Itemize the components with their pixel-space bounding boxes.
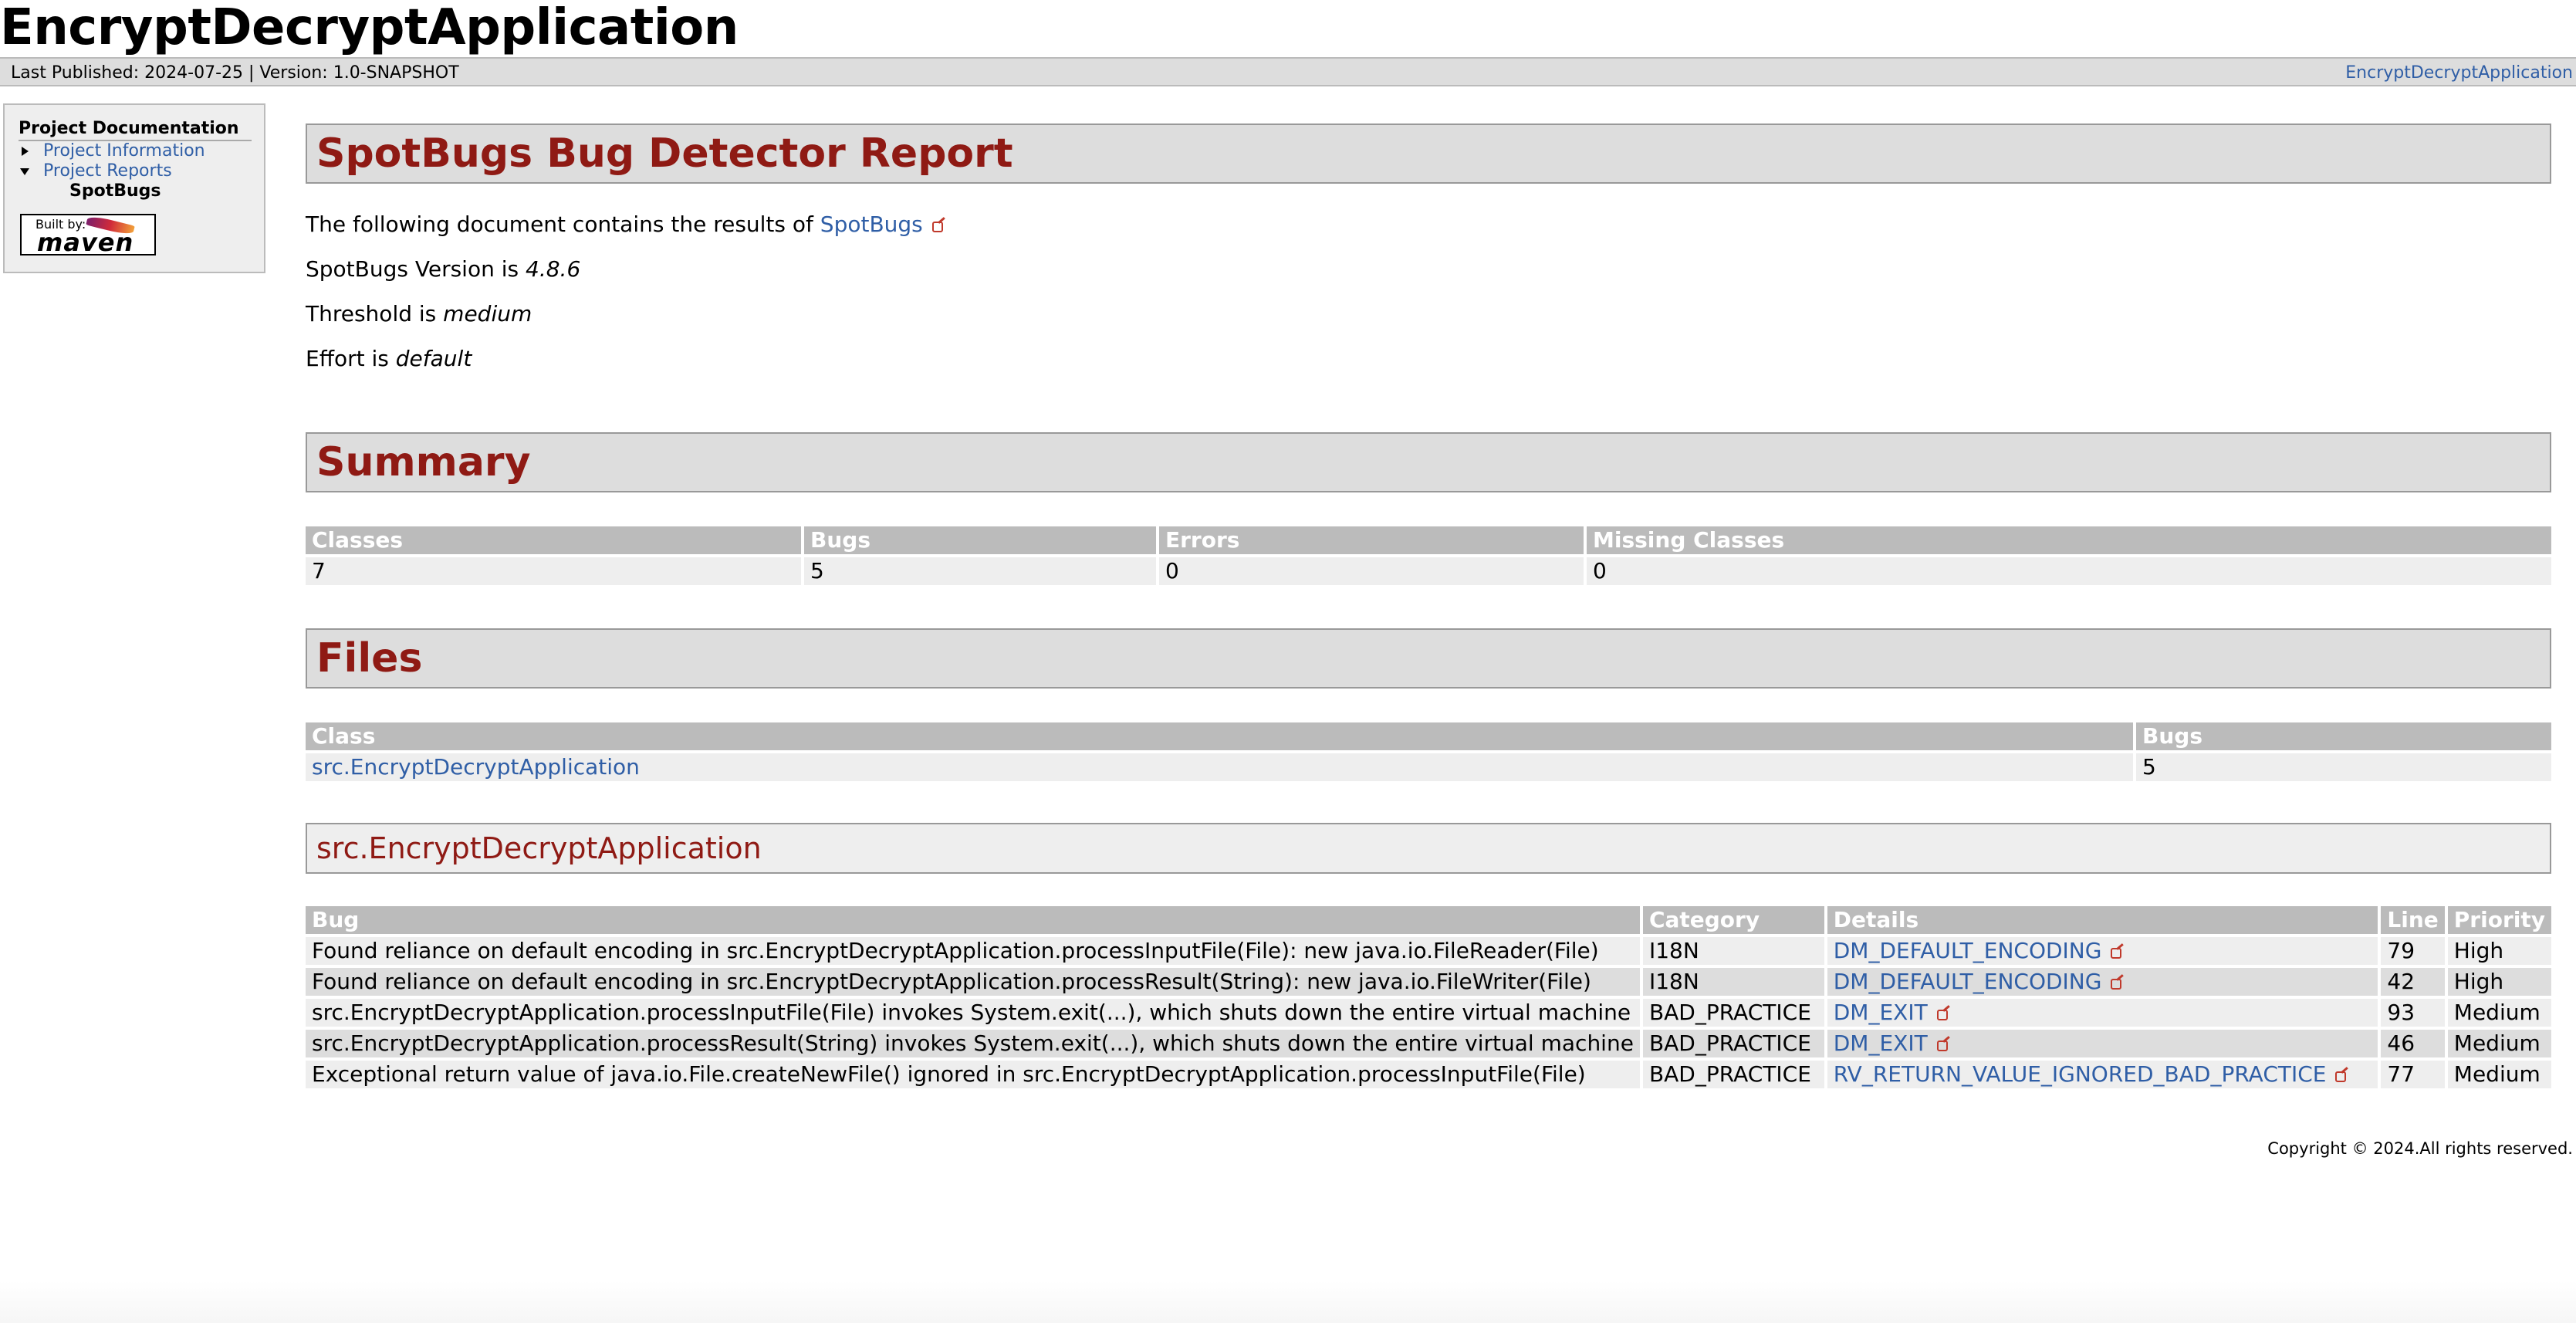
- bug-details-link[interactable]: DM_EXIT: [1834, 1030, 1928, 1056]
- effort-label: Effort is: [306, 346, 396, 371]
- external-link-icon: [2111, 979, 2122, 990]
- summary-table: Classes Bugs Errors Missing Classes 7 5 …: [303, 523, 2554, 588]
- classes-count: 7: [306, 557, 801, 585]
- bug-category: BAD_PRACTICE: [1642, 999, 1824, 1027]
- bug-description: Found reliance on default encoding in sr…: [306, 968, 1640, 996]
- column-header: Bugs: [804, 526, 1156, 554]
- external-link-icon: [2111, 948, 2122, 959]
- sidebar-item-spotbugs: SpotBugs: [69, 181, 161, 201]
- intro-text: The following document contains the resu…: [306, 211, 820, 237]
- bug-category: I18N: [1642, 968, 1824, 996]
- bug-details-link[interactable]: DM_EXIT: [1834, 1000, 1928, 1025]
- column-header: Priority: [2447, 906, 2551, 934]
- column-header: Bug: [306, 906, 1640, 934]
- table-row: Exceptional return value of java.io.File…: [306, 1061, 2551, 1088]
- bug-priority: Medium: [2447, 1061, 2551, 1088]
- bug-category: BAD_PRACTICE: [1642, 1061, 1824, 1088]
- built-by-maven-logo[interactable]: Built by: maven: [20, 214, 156, 257]
- table-row: src.EncryptDecryptApplication.processRes…: [306, 1030, 2551, 1057]
- files-heading: Files: [306, 628, 2551, 689]
- table-row: 7 5 0 0: [306, 557, 2551, 585]
- threshold-paragraph: Threshold is medium: [306, 301, 2551, 327]
- table-row: src.EncryptDecryptApplication.processInp…: [306, 999, 2551, 1027]
- bug-line: 42: [2381, 968, 2445, 996]
- version-label: SpotBugs Version is: [306, 256, 526, 282]
- version-paragraph: SpotBugs Version is 4.8.6: [306, 256, 2551, 283]
- bug-priority: High: [2447, 937, 2551, 965]
- bugs-table: Bug Category Details Line Priority Found…: [303, 903, 2554, 1091]
- sidebar-item-label[interactable]: Project Information: [43, 141, 205, 161]
- bug-details-link[interactable]: DM_DEFAULT_ENCODING: [1834, 969, 2102, 994]
- site-title: EncryptDecryptApplication: [0, 0, 739, 56]
- bug-description: Found reliance on default encoding in sr…: [306, 937, 1640, 965]
- breadcrumb-bar: Last Published: 2024-07-25 | Version: 1.…: [0, 57, 2576, 86]
- bug-line: 46: [2381, 1030, 2445, 1057]
- bug-description: src.EncryptDecryptApplication.processRes…: [306, 1030, 1640, 1057]
- bug-details-cell: DM_EXIT: [1827, 1030, 2378, 1057]
- summary-heading: Summary: [306, 432, 2551, 492]
- table-row: Found reliance on default encoding in sr…: [306, 968, 2551, 996]
- bottom-shadow: [0, 1281, 2576, 1323]
- class-section-heading: src.EncryptDecryptApplication: [306, 823, 2551, 874]
- sidebar-heading: Project Documentation: [19, 119, 252, 141]
- column-header: Class: [306, 722, 2133, 750]
- column-header: Category: [1642, 906, 1824, 934]
- bug-description: src.EncryptDecryptApplication.processInp…: [306, 999, 1640, 1027]
- sidebar-item-project-reports[interactable]: Project Reports: [19, 161, 252, 181]
- bug-line: 79: [2381, 937, 2445, 965]
- version-value: 4.8.6: [526, 256, 581, 282]
- bug-details-cell: DM_EXIT: [1827, 999, 2378, 1027]
- bug-line: 77: [2381, 1061, 2445, 1088]
- maven-brand: maven: [37, 228, 134, 257]
- table-row: Found reliance on default encoding in sr…: [306, 937, 2551, 965]
- sidebar-item-project-information[interactable]: Project Information: [19, 141, 252, 161]
- bug-category: I18N: [1642, 937, 1824, 965]
- external-link-icon: [931, 222, 943, 232]
- bug-priority: High: [2447, 968, 2551, 996]
- bug-details-link[interactable]: DM_DEFAULT_ENCODING: [1834, 938, 2102, 963]
- errors-count: 0: [1159, 557, 1584, 585]
- missing-classes-count: 0: [1587, 557, 2551, 585]
- file-bugs-count: 5: [2136, 753, 2551, 781]
- external-link-icon: [1936, 1040, 1948, 1051]
- files-table: Class Bugs src.EncryptDecryptApplication…: [303, 719, 2554, 784]
- column-header: Details: [1827, 906, 2378, 934]
- bug-details-cell: RV_RETURN_VALUE_IGNORED_BAD_PRACTICE: [1827, 1061, 2378, 1088]
- triangle-down-icon: [20, 168, 29, 175]
- bug-priority: Medium: [2447, 999, 2551, 1027]
- bug-category: BAD_PRACTICE: [1642, 1030, 1824, 1057]
- column-header: Bugs: [2136, 722, 2551, 750]
- column-header: Line: [2381, 906, 2445, 934]
- bug-details-link[interactable]: RV_RETURN_VALUE_IGNORED_BAD_PRACTICE: [1834, 1061, 2327, 1087]
- bug-description: Exceptional return value of java.io.File…: [306, 1061, 1640, 1088]
- banner: EncryptDecryptApplication: [0, 0, 2576, 56]
- effort-paragraph: Effort is default: [306, 346, 2551, 372]
- bug-line: 93: [2381, 999, 2445, 1027]
- main-content: SpotBugs Bug Detector Report The followi…: [306, 124, 2551, 1091]
- effort-value: default: [395, 346, 472, 371]
- publish-info: Last Published: 2024-07-25 | Version: 1.…: [11, 63, 459, 83]
- file-class-link[interactable]: src.EncryptDecryptApplication: [312, 754, 640, 780]
- file-class-cell: src.EncryptDecryptApplication: [306, 753, 2133, 781]
- external-link-icon: [1936, 1010, 1948, 1020]
- column-header: Errors: [1159, 526, 1584, 554]
- threshold-label: Threshold is: [306, 301, 444, 327]
- bugs-count: 5: [804, 557, 1156, 585]
- bug-details-cell: DM_DEFAULT_ENCODING: [1827, 937, 2378, 965]
- report-title: SpotBugs Bug Detector Report: [306, 124, 2551, 184]
- sidebar: Project Documentation Project Informatio…: [3, 103, 265, 273]
- external-link-icon: [2335, 1071, 2347, 1082]
- column-header: Missing Classes: [1587, 526, 2551, 554]
- column-header: Classes: [306, 526, 801, 554]
- triangle-right-icon: [22, 147, 29, 156]
- bug-priority: Medium: [2447, 1030, 2551, 1057]
- table-row: src.EncryptDecryptApplication 5: [306, 753, 2551, 781]
- spotbugs-link[interactable]: SpotBugs: [820, 211, 923, 237]
- intro-paragraph: The following document contains the resu…: [306, 211, 2551, 238]
- threshold-value: medium: [443, 301, 532, 327]
- bug-details-cell: DM_DEFAULT_ENCODING: [1827, 968, 2378, 996]
- sidebar-item-label[interactable]: Project Reports: [43, 161, 172, 181]
- footer-copyright: Copyright © 2024.All rights reserved.: [2267, 1139, 2573, 1158]
- breadcrumb-project-link[interactable]: EncryptDecryptApplication: [2345, 59, 2573, 88]
